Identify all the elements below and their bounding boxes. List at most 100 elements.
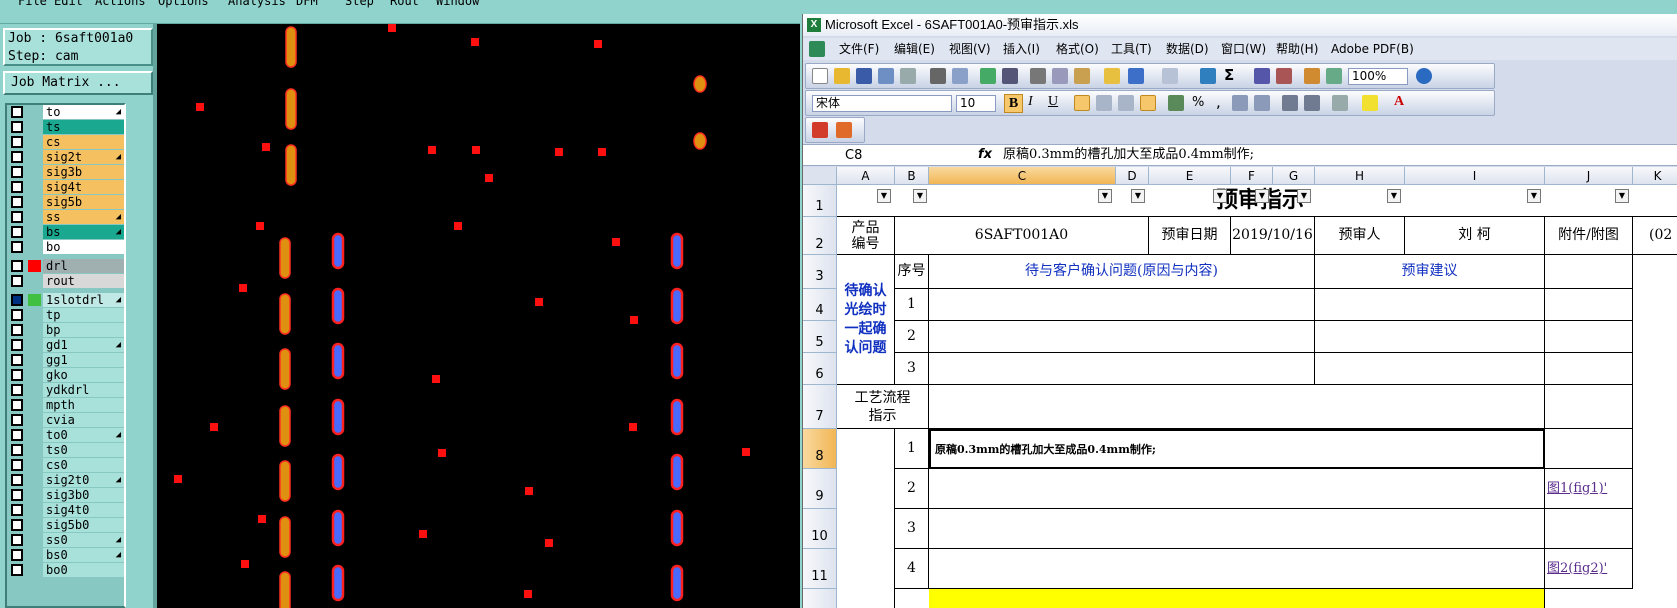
seq-header-cell[interactable]: 序号 [895, 255, 929, 289]
layer-context-arrow-icon[interactable]: ◢ [116, 473, 121, 487]
product-no-cell[interactable]: 6SAFT001A0 [895, 217, 1149, 255]
col-header-h[interactable]: H [1315, 167, 1405, 185]
process-cell-8-selected[interactable]: 原稿0.3mm的槽孔加大至成品0.4mm制作; [929, 429, 1545, 469]
layer-row-bs0[interactable]: bs0 ◢ [9, 548, 124, 562]
menu-insert-cn[interactable]: 插入(I) [1003, 38, 1040, 60]
layer-checkbox[interactable] [11, 339, 23, 351]
font-color-icon[interactable]: A [1394, 94, 1404, 110]
layer-checkbox[interactable] [11, 399, 23, 411]
layer-checkbox[interactable] [11, 354, 23, 366]
layer-row-bp[interactable]: bp [9, 323, 124, 337]
underline-button[interactable]: U [1048, 94, 1058, 110]
new-icon[interactable] [812, 68, 828, 84]
layer-row-tp[interactable]: tp [9, 308, 124, 322]
merge-center-icon[interactable] [1140, 95, 1156, 111]
review-date-cell[interactable]: 2019/10/16 [1231, 217, 1315, 255]
percent-button[interactable]: % [1192, 95, 1204, 110]
process-cell-12-highlight[interactable] [929, 589, 1545, 608]
autofilter-e-icon[interactable]: ▼ [1213, 189, 1227, 203]
menu-dfm[interactable]: DFM [296, 0, 318, 8]
convert-pdf-email-icon[interactable] [836, 122, 852, 138]
layer-row-drl[interactable]: drl [9, 259, 124, 273]
fig1-link[interactable]: 图1(fig1)' [1547, 480, 1607, 497]
cell-j7[interactable] [1545, 385, 1633, 429]
convert-pdf-icon[interactable] [812, 122, 828, 138]
font-name-select[interactable]: 宋体 [812, 95, 952, 112]
autofilter-a-icon[interactable]: ▼ [877, 189, 891, 203]
layer-row-ss[interactable]: ss ◢ [9, 210, 124, 224]
spelling-icon[interactable] [980, 68, 996, 84]
cell-j8[interactable] [1545, 429, 1633, 469]
autofilter-f-icon[interactable]: ▼ [1255, 189, 1269, 203]
layer-row-to0[interactable]: to0 ◢ [9, 428, 124, 442]
col-header-e[interactable]: E [1149, 167, 1231, 185]
autofilter-i-icon[interactable]: ▼ [1527, 189, 1541, 203]
row-header-9[interactable]: 9 [803, 469, 837, 509]
row-header-2[interactable]: 2 [803, 217, 837, 255]
layer-row-1slotdrl[interactable]: 1slotdrl ◢ [9, 293, 124, 307]
layer-row-sig3b[interactable]: sig3b [9, 165, 124, 179]
col-header-d[interactable]: D [1116, 167, 1149, 185]
layer-row-rout[interactable]: rout [9, 274, 124, 288]
process-cell-7[interactable] [929, 385, 1545, 429]
cell-j3[interactable] [1545, 255, 1633, 289]
cell-j4[interactable] [1545, 289, 1633, 321]
suggest-cell-5[interactable] [1315, 321, 1545, 353]
menu-window-cn[interactable]: 窗口(W) [1221, 38, 1266, 60]
layer-context-arrow-icon[interactable]: ◢ [116, 428, 121, 442]
cell-j9[interactable]: 图1(fig1)' [1545, 469, 1633, 509]
seq-cell-11[interactable]: 4 [895, 549, 929, 589]
layer-row-cvia[interactable]: cvia [9, 413, 124, 427]
hyperlink-icon[interactable] [1200, 68, 1216, 84]
print-icon[interactable] [930, 68, 946, 84]
excel-doc-icon[interactable] [809, 41, 825, 57]
graphics-canvas[interactable] [157, 24, 800, 608]
row-header-11[interactable]: 11 [803, 549, 837, 589]
process-cell-10[interactable] [929, 509, 1545, 549]
align-right-icon[interactable] [1118, 95, 1134, 111]
layer-checkbox[interactable] [11, 444, 23, 456]
menu-file-cn[interactable]: 文件(F) [839, 38, 879, 60]
row-header-8[interactable]: 8 [803, 429, 837, 469]
cell-j5[interactable] [1545, 321, 1633, 353]
worksheet-grid[interactable]: A B C D E F G H I J K 1 2 3 4 5 6 7 8 9 … [803, 167, 1677, 608]
layer-checkbox[interactable] [11, 211, 23, 223]
layer-checkbox[interactable] [11, 414, 23, 426]
attachment-label-cell[interactable]: 附件/附图 [1545, 217, 1633, 255]
row-header-10[interactable]: 10 [803, 509, 837, 549]
research-icon[interactable] [1002, 68, 1018, 84]
row-header-1[interactable]: 1 [803, 185, 837, 217]
sort-desc-icon[interactable] [1276, 68, 1292, 84]
help-icon[interactable] [1416, 68, 1432, 84]
suggest-cell-6[interactable] [1315, 353, 1545, 385]
row-header-5[interactable]: 5 [803, 321, 837, 353]
layer-row-cs0[interactable]: cs0 [9, 458, 124, 472]
layer-row-ts0[interactable]: ts0 [9, 443, 124, 457]
col-header-b[interactable]: B [895, 167, 929, 185]
layer-row-bo0[interactable]: bo0 [9, 563, 124, 577]
layer-context-arrow-icon[interactable]: ◢ [116, 210, 121, 224]
align-center-icon[interactable] [1096, 95, 1112, 111]
redo-icon[interactable] [1162, 68, 1178, 84]
layer-checkbox[interactable] [11, 121, 23, 133]
k2-cell[interactable]: (02 [1633, 217, 1677, 255]
cell-j11[interactable]: 图2(fig2)' [1545, 549, 1633, 589]
autofilter-j-icon[interactable]: ▼ [1615, 189, 1629, 203]
col-header-g[interactable]: G [1273, 167, 1315, 185]
layer-row-sig3b0[interactable]: sig3b0 [9, 488, 124, 502]
menu-view-cn[interactable]: 视图(V) [949, 38, 991, 60]
menu-analysis[interactable]: Analysis [228, 0, 286, 8]
col-header-k[interactable]: K [1633, 167, 1677, 185]
row-header-4[interactable]: 4 [803, 289, 837, 321]
col-header-f[interactable]: F [1231, 167, 1273, 185]
name-box[interactable]: C8 [833, 147, 933, 164]
align-left-icon[interactable] [1074, 95, 1090, 111]
autofilter-b-icon[interactable]: ▼ [913, 189, 927, 203]
autofilter-h-icon[interactable]: ▼ [1387, 189, 1401, 203]
layer-checkbox[interactable] [11, 196, 23, 208]
layer-context-arrow-icon[interactable]: ◢ [116, 533, 121, 547]
font-size-select[interactable]: 10 [956, 95, 996, 112]
layer-checkbox[interactable] [11, 275, 23, 287]
layer-checkbox[interactable] [11, 294, 23, 306]
layer-context-arrow-icon[interactable]: ◢ [116, 225, 121, 239]
